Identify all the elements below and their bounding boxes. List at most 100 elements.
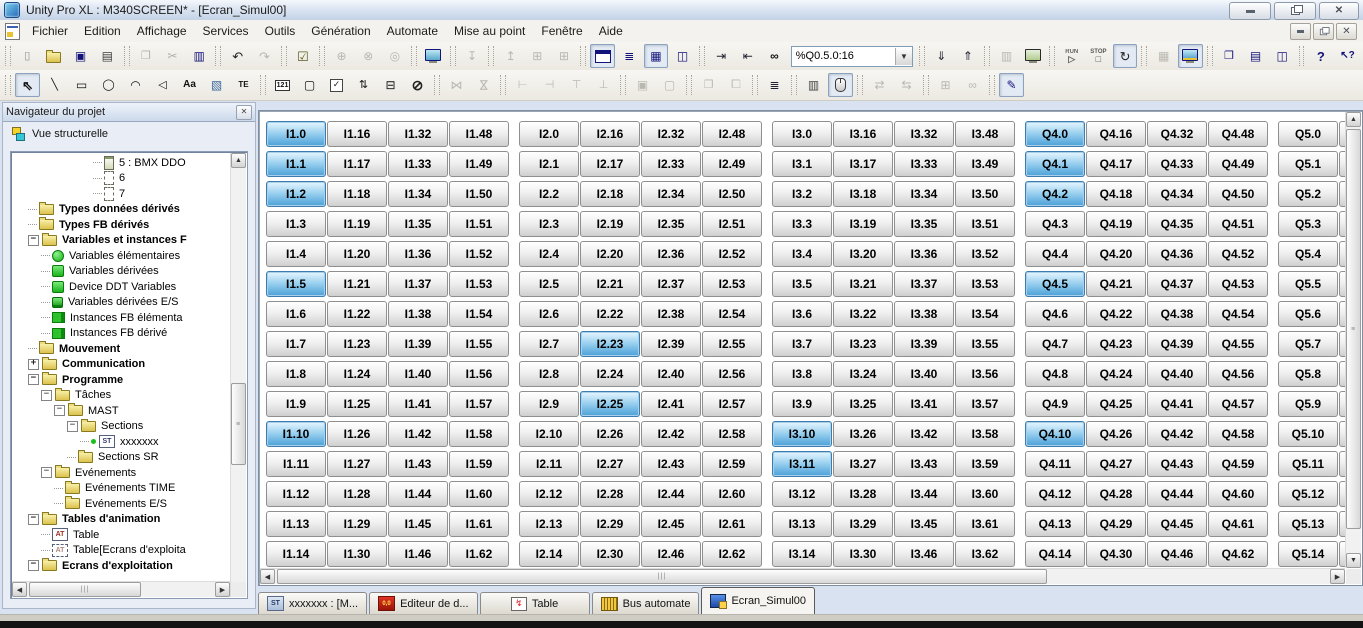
tree-item-variables-elementaires[interactable]: Variables élémentaires bbox=[13, 248, 231, 264]
menu-edition[interactable]: Edition bbox=[76, 22, 129, 40]
to-plc-button[interactable]: ⇓ bbox=[929, 44, 954, 68]
ellipse-button[interactable]: ◯ bbox=[96, 73, 121, 97]
io-bit-button[interactable]: I2.43 bbox=[641, 451, 701, 477]
io-bit-button[interactable]: Q4.48 bbox=[1208, 121, 1268, 147]
io-bit-button[interactable]: I3.58 bbox=[955, 421, 1015, 447]
tree-item-evenements-e-s[interactable]: Evénements E/S bbox=[13, 496, 231, 512]
menu-fenetre[interactable]: Fenêtre bbox=[533, 22, 590, 40]
io-bit-button[interactable]: I2.14 bbox=[519, 541, 579, 567]
io-bit-button[interactable]: Q4.40 bbox=[1147, 361, 1207, 387]
io-bit-button[interactable]: I3.39 bbox=[894, 331, 954, 357]
io-bit-button[interactable]: I3.57 bbox=[955, 391, 1015, 417]
io-bit-button[interactable]: Q4.62 bbox=[1208, 541, 1268, 567]
io-bit-button[interactable]: I2.0 bbox=[519, 121, 579, 147]
tree-vertical-scrollbar[interactable]: ▲ ≡ ▼ bbox=[230, 153, 246, 597]
io-bit-button[interactable]: Q5.11 bbox=[1278, 451, 1338, 477]
io-bit-button[interactable]: Q4.3 bbox=[1025, 211, 1085, 237]
io-bit-button[interactable]: I3.14 bbox=[772, 541, 832, 567]
io-bit-button[interactable]: I3.42 bbox=[894, 421, 954, 447]
io-bit-button[interactable]: I3.17 bbox=[833, 151, 893, 177]
io-bit-button[interactable]: Q4.10 bbox=[1025, 421, 1085, 447]
close-button[interactable]: ✕ bbox=[1319, 2, 1359, 20]
editor-scroll-left-button[interactable]: ◀ bbox=[260, 569, 275, 584]
io-bit-button[interactable]: I2.20 bbox=[580, 241, 640, 267]
io-bit-button[interactable]: I2.35 bbox=[641, 211, 701, 237]
io-bit-button[interactable]: I2.9 bbox=[519, 391, 579, 417]
io-bit-button[interactable]: I2.7 bbox=[519, 331, 579, 357]
io-bit-button[interactable]: I1.38 bbox=[388, 301, 448, 327]
help-button[interactable]: ? bbox=[1308, 44, 1333, 68]
editor-scroll-down-button[interactable]: ▼ bbox=[1346, 553, 1361, 568]
menu-generation[interactable]: Génération bbox=[303, 22, 378, 40]
io-bit-button[interactable]: Q5.5 bbox=[1278, 271, 1338, 297]
print-button[interactable]: ▤ bbox=[95, 44, 120, 68]
tree-item-xxxxxxx[interactable]: xxxxxxx bbox=[13, 434, 231, 450]
io-bit-button[interactable]: I2.59 bbox=[702, 451, 762, 477]
io-bit-button[interactable]: I3.25 bbox=[833, 391, 893, 417]
io-bit-button[interactable]: Q4.11 bbox=[1025, 451, 1085, 477]
io-bit-button[interactable]: I2.21 bbox=[580, 271, 640, 297]
io-bit-button[interactable]: I3.23 bbox=[833, 331, 893, 357]
io-bit-button[interactable]: I1.18 bbox=[327, 181, 387, 207]
io-bit-button[interactable]: Q5.0 bbox=[1278, 121, 1338, 147]
edit-mode-button[interactable]: ✎ bbox=[999, 73, 1024, 97]
tree-item-device-ddt-variables[interactable]: Device DDT Variables bbox=[13, 279, 231, 295]
io-bit-button[interactable]: I3.59 bbox=[955, 451, 1015, 477]
io-bit-button[interactable]: I1.37 bbox=[388, 271, 448, 297]
io-bit-button[interactable]: I3.49 bbox=[955, 151, 1015, 177]
io-bit-button[interactable]: I1.24 bbox=[327, 361, 387, 387]
io-bit-button[interactable]: I2.54 bbox=[702, 301, 762, 327]
tree-expander-minus-icon[interactable]: − bbox=[28, 235, 39, 246]
io-bit-button[interactable]: I2.50 bbox=[702, 181, 762, 207]
io-bit-button[interactable]: I3.3 bbox=[772, 211, 832, 237]
io-bit-button[interactable]: I3.29 bbox=[833, 511, 893, 537]
io-bit-button[interactable]: I1.44 bbox=[388, 481, 448, 507]
io-bit-button[interactable]: I1.26 bbox=[327, 421, 387, 447]
io-bit-button[interactable]: I2.48 bbox=[702, 121, 762, 147]
io-bit-button[interactable]: I2.11 bbox=[519, 451, 579, 477]
io-bit-button[interactable]: Q4.19 bbox=[1086, 211, 1146, 237]
io-bit-button[interactable]: I2.2 bbox=[519, 181, 579, 207]
io-bit-button[interactable]: Q4.35 bbox=[1147, 211, 1207, 237]
tab-xxxxxxx-m[interactable]: xxxxxxx : [M... bbox=[258, 592, 367, 614]
io-bit-button[interactable]: I1.12 bbox=[266, 481, 326, 507]
io-bit-button[interactable]: I2.22 bbox=[580, 301, 640, 327]
io-bit-button[interactable]: I2.10 bbox=[519, 421, 579, 447]
io-bit-button[interactable]: I2.61 bbox=[702, 511, 762, 537]
tree-item-ecrans-d-exploitation[interactable]: −Ecrans d'exploitation bbox=[13, 558, 231, 574]
io-bit-button[interactable]: Q4.6 bbox=[1025, 301, 1085, 327]
select-button[interactable]: ⇖ bbox=[15, 73, 40, 97]
context-help-button[interactable]: ↖? bbox=[1335, 44, 1360, 68]
find-button[interactable]: ∞ bbox=[762, 44, 787, 68]
io-bit-button[interactable]: I2.34 bbox=[641, 181, 701, 207]
io-bit-button[interactable]: Q4.25 bbox=[1086, 391, 1146, 417]
io-bit-button[interactable]: Q4.7 bbox=[1025, 331, 1085, 357]
io-bit-button[interactable]: Q4.52 bbox=[1208, 241, 1268, 267]
io-bit-button[interactable]: I3.38 bbox=[894, 301, 954, 327]
io-bit-button[interactable]: I1.2 bbox=[266, 181, 326, 207]
io-bit-button[interactable]: I2.56 bbox=[702, 361, 762, 387]
io-bit-button[interactable]: Q4.57 bbox=[1208, 391, 1268, 417]
io-bit-button[interactable]: I2.62 bbox=[702, 541, 762, 567]
io-bit-button[interactable]: I3.43 bbox=[894, 451, 954, 477]
menu-aide[interactable]: Aide bbox=[591, 22, 631, 40]
io-bit-button[interactable]: I2.28 bbox=[580, 481, 640, 507]
tree-scroll-right-button[interactable]: ▶ bbox=[215, 582, 230, 597]
table-view-button[interactable]: ▦ bbox=[644, 44, 669, 68]
io-bit-button[interactable]: Q4.42 bbox=[1147, 421, 1207, 447]
editor-vertical-scrollbar[interactable]: ▲ ≡ ▼ bbox=[1345, 112, 1361, 568]
io-bit-button[interactable]: I1.60 bbox=[449, 481, 509, 507]
io-bit-button[interactable]: I1.50 bbox=[449, 181, 509, 207]
io-bit-button[interactable]: I2.32 bbox=[641, 121, 701, 147]
io-bit-button[interactable]: I1.53 bbox=[449, 271, 509, 297]
io-bit-button[interactable]: I2.44 bbox=[641, 481, 701, 507]
split-button[interactable]: ◫ bbox=[1270, 44, 1295, 68]
io-bit-button[interactable]: Q4.8 bbox=[1025, 361, 1085, 387]
io-bit-button[interactable]: I2.5 bbox=[519, 271, 579, 297]
connect-button[interactable] bbox=[1021, 44, 1046, 68]
io-bit-button[interactable]: Q4.21 bbox=[1086, 271, 1146, 297]
io-bit-button[interactable]: Q4.4 bbox=[1025, 241, 1085, 267]
io-bit-button[interactable]: I3.55 bbox=[955, 331, 1015, 357]
io-bit-button[interactable]: I1.7 bbox=[266, 331, 326, 357]
io-bit-button[interactable]: I2.4 bbox=[519, 241, 579, 267]
